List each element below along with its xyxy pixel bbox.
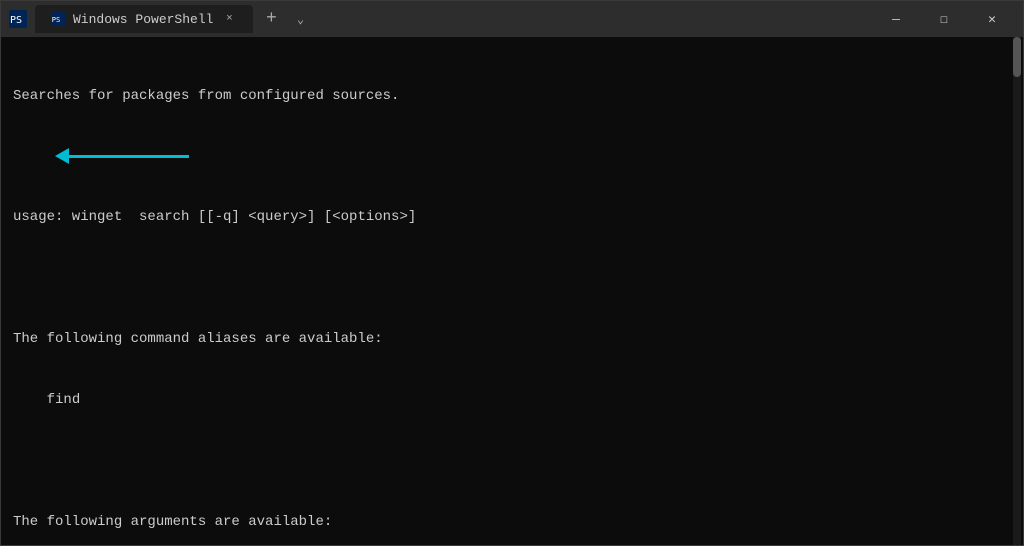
output-line-blank-3 [13,451,1011,471]
tab-powershell[interactable]: PS Windows PowerShell × [35,5,253,33]
output-line-aliases-header: The following command aliases are availa… [13,329,1011,349]
output-line-find: find [13,390,1011,410]
new-tab-button[interactable]: + [257,5,285,33]
arrow-head [55,148,69,164]
terminal-output: Searches for packages from configured so… [13,45,1011,545]
maximize-button[interactable]: ☐ [921,3,967,35]
find-annotation-arrow [69,155,189,158]
tab-area: PS Windows PowerShell × + ⌄ [35,5,311,33]
arrow-line [69,155,189,158]
window: PS PS Windows PowerShell × + ⌄ — ☐ [0,0,1024,546]
close-button[interactable]: ✕ [969,3,1015,35]
tab-close-button[interactable]: × [221,11,237,27]
titlebar-left: PS PS Windows PowerShell × + ⌄ [9,5,873,33]
titlebar: PS PS Windows PowerShell × + ⌄ — ☐ [1,1,1023,37]
tab-label: Windows PowerShell [73,12,213,27]
scrollbar-thumb[interactable] [1013,37,1021,77]
scrollbar-track[interactable] [1013,37,1021,545]
svg-text:PS: PS [52,16,60,24]
terminal-body[interactable]: Searches for packages from configured so… [1,37,1023,545]
powershell-icon: PS [9,10,27,28]
output-line-1: Searches for packages from configured so… [13,86,1011,106]
titlebar-controls: — ☐ ✕ [873,3,1015,35]
output-line-usage: usage: winget search [[-q] <query>] [<op… [13,207,1011,227]
output-line-args-header: The following arguments are available: [13,512,1011,532]
tab-icon: PS [51,12,65,26]
svg-text:PS: PS [10,15,22,26]
minimize-button[interactable]: — [873,3,919,35]
output-line-blank-2 [13,268,1011,288]
tab-dropdown-button[interactable]: ⌄ [289,8,311,30]
